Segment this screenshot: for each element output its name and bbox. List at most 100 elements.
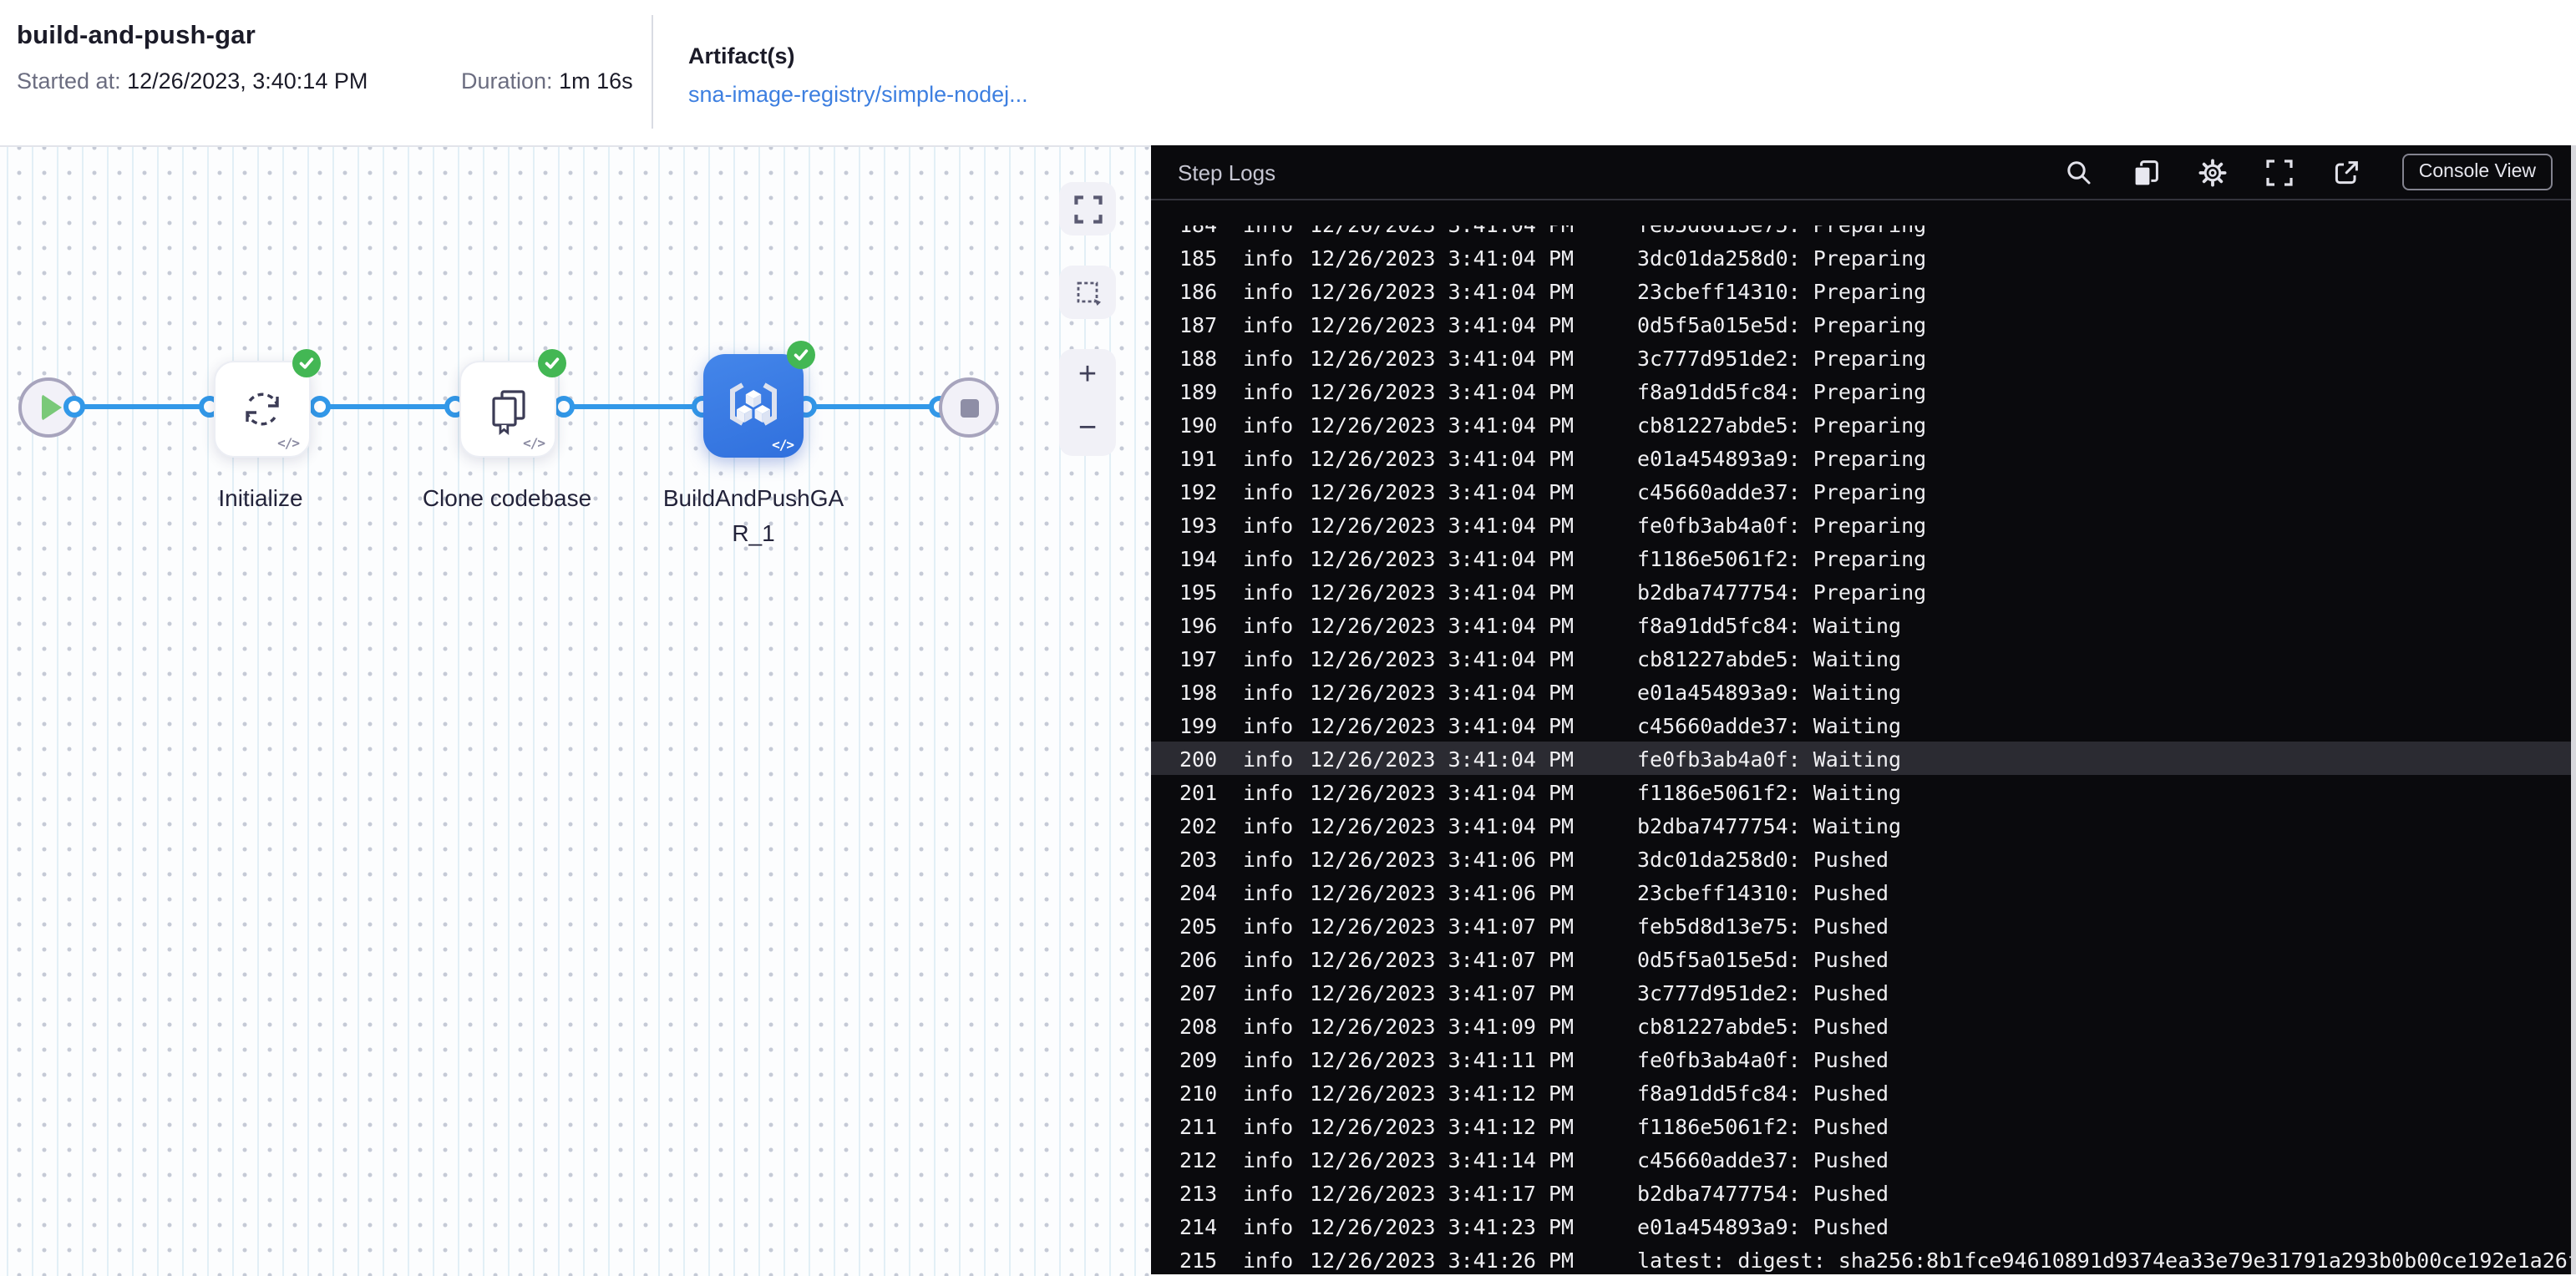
log-level: info bbox=[1243, 478, 1294, 504]
search-icon[interactable] bbox=[2065, 158, 2093, 186]
log-line-number: 194 bbox=[1179, 545, 1218, 570]
log-row[interactable]: 198 info 12/26/2023 3:41:04 PM e01a454893a9… bbox=[1151, 675, 2571, 708]
log-message: 0d5f5a015e5d: Preparing bbox=[1637, 311, 1927, 337]
log-row[interactable]: 191 info 12/26/2023 3:41:04 PM e01a454893a9… bbox=[1151, 441, 2571, 474]
log-row[interactable]: 185 info 12/26/2023 3:41:04 PM 3dc01da258d0… bbox=[1151, 241, 2571, 274]
log-timestamp: 12/26/2023 3:41:04 PM bbox=[1310, 245, 1575, 270]
success-badge bbox=[292, 349, 321, 377]
log-level: info bbox=[1243, 545, 1294, 570]
log-row[interactable]: 208 info 12/26/2023 3:41:09 PM cb81227abde5… bbox=[1151, 1009, 2571, 1042]
log-timestamp: 12/26/2023 3:41:07 PM bbox=[1310, 946, 1575, 971]
log-message: c45660adde37: Preparing bbox=[1637, 478, 1927, 504]
log-line-number: 191 bbox=[1179, 445, 1218, 470]
log-line-number: 210 bbox=[1179, 1080, 1218, 1105]
log-line-number: 215 bbox=[1179, 1247, 1218, 1272]
log-timestamp: 12/26/2023 3:41:04 PM bbox=[1310, 345, 1575, 370]
log-row[interactable]: 213 info 12/26/2023 3:41:17 PM b2dba7477754… bbox=[1151, 1176, 2571, 1209]
success-badge bbox=[538, 349, 566, 377]
log-row[interactable]: 206 info 12/26/2023 3:41:07 PM 0d5f5a015e5d… bbox=[1151, 942, 2571, 975]
log-row[interactable]: 201 info 12/26/2023 3:41:04 PM f1186e5061f2… bbox=[1151, 775, 2571, 808]
code-icon: </> bbox=[772, 438, 794, 453]
log-message: f1186e5061f2: Preparing bbox=[1637, 545, 1927, 570]
log-message: 3c777d951de2: Pushed bbox=[1637, 980, 1889, 1005]
log-row[interactable]: 215 info 12/26/2023 3:41:26 PM latest: dige… bbox=[1151, 1243, 2571, 1274]
pipeline-end-node[interactable] bbox=[939, 377, 999, 438]
log-row[interactable]: 214 info 12/26/2023 3:41:23 PM e01a454893a9… bbox=[1151, 1209, 2571, 1243]
log-row[interactable]: 199 info 12/26/2023 3:41:04 PM c45660adde37… bbox=[1151, 708, 2571, 742]
log-level: info bbox=[1243, 913, 1294, 938]
log-level: info bbox=[1243, 779, 1294, 804]
log-message: cb81227abde5: Pushed bbox=[1637, 1013, 1889, 1038]
log-toolbar: Console View bbox=[2065, 154, 2553, 190]
log-line-number: 213 bbox=[1179, 1180, 1218, 1205]
log-message: e01a454893a9: Waiting bbox=[1637, 679, 1902, 704]
log-level: info bbox=[1243, 1013, 1294, 1038]
step-node-initialize[interactable]: </> bbox=[214, 349, 321, 458]
log-row[interactable]: 196 info 12/26/2023 3:41:04 PM f8a91dd5fc84… bbox=[1151, 608, 2571, 641]
external-link-icon[interactable] bbox=[2332, 158, 2360, 186]
canvas-marquee-select-button[interactable] bbox=[1059, 266, 1116, 319]
log-row[interactable]: 190 info 12/26/2023 3:41:04 PM cb81227abde5… bbox=[1151, 408, 2571, 441]
duration: Duration: 1m 16s bbox=[461, 68, 633, 94]
started-at: Started at: 12/26/2023, 3:40:14 PM bbox=[17, 68, 368, 94]
artifact-link[interactable]: sna-image-registry/simple-nodej... bbox=[688, 82, 1028, 107]
log-row[interactable]: 204 info 12/26/2023 3:41:06 PM 23cbeff14310… bbox=[1151, 875, 2571, 909]
log-message: feb5d8d13e75: Pushed bbox=[1637, 913, 1889, 938]
log-row[interactable]: 193 info 12/26/2023 3:41:04 PM fe0fb3ab4a0f… bbox=[1151, 508, 2571, 541]
console-view-button[interactable]: Console View bbox=[2401, 154, 2553, 190]
copy-icon[interactable] bbox=[2132, 158, 2160, 186]
log-row[interactable]: 186 info 12/26/2023 3:41:04 PM 23cbeff14310… bbox=[1151, 274, 2571, 307]
log-level: info bbox=[1243, 879, 1294, 904]
log-timestamp: 12/26/2023 3:41:04 PM bbox=[1310, 378, 1575, 403]
zoom-out-button[interactable]: − bbox=[1059, 403, 1116, 456]
log-row[interactable]: 200 info 12/26/2023 3:41:04 PM fe0fb3ab4a0f… bbox=[1151, 742, 2571, 775]
log-row[interactable]: 184 info 12/26/2023 3:41:04 PM feb5d8d13e75… bbox=[1151, 225, 2571, 241]
log-row[interactable]: 209 info 12/26/2023 3:41:11 PM fe0fb3ab4a0f… bbox=[1151, 1042, 2571, 1076]
log-message: 3dc01da258d0: Pushed bbox=[1637, 846, 1889, 871]
log-row[interactable]: 211 info 12/26/2023 3:41:12 PM f1186e5061f2… bbox=[1151, 1109, 2571, 1142]
log-row[interactable]: 194 info 12/26/2023 3:41:04 PM f1186e5061f2… bbox=[1151, 541, 2571, 575]
log-scrollbar[interactable] bbox=[2571, 145, 2576, 1274]
log-row[interactable]: 203 info 12/26/2023 3:41:06 PM 3dc01da258d0… bbox=[1151, 842, 2571, 875]
started-at-value: 12/26/2023, 3:40:14 PM bbox=[127, 68, 368, 94]
log-row[interactable]: 210 info 12/26/2023 3:41:12 PM f8a91dd5fc84… bbox=[1151, 1076, 2571, 1109]
log-line-number: 201 bbox=[1179, 779, 1218, 804]
log-message: b2dba7477754: Pushed bbox=[1637, 1180, 1889, 1205]
log-line-number: 185 bbox=[1179, 245, 1218, 270]
log-row[interactable]: 197 info 12/26/2023 3:41:04 PM cb81227abde5… bbox=[1151, 641, 2571, 675]
log-timestamp: 12/26/2023 3:41:26 PM bbox=[1310, 1247, 1575, 1272]
log-timestamp: 12/26/2023 3:41:07 PM bbox=[1310, 913, 1575, 938]
log-message: e01a454893a9: Pushed bbox=[1637, 1213, 1889, 1238]
log-row[interactable]: 195 info 12/26/2023 3:41:04 PM b2dba7477754… bbox=[1151, 575, 2571, 608]
log-row[interactable]: 207 info 12/26/2023 3:41:07 PM 3c777d951de2… bbox=[1151, 975, 2571, 1009]
zoom-in-button[interactable]: + bbox=[1059, 349, 1116, 403]
log-timestamp: 12/26/2023 3:41:04 PM bbox=[1310, 412, 1575, 437]
log-row[interactable]: 188 info 12/26/2023 3:41:04 PM 3c777d951de2… bbox=[1151, 341, 2571, 374]
fullscreen-icon[interactable] bbox=[2265, 158, 2294, 186]
log-scroll-area[interactable]: 184 info 12/26/2023 3:41:04 PM feb5d8d13e75… bbox=[1151, 145, 2571, 1274]
log-row[interactable]: 205 info 12/26/2023 3:41:07 PM feb5d8d13e75… bbox=[1151, 909, 2571, 942]
log-level: info bbox=[1243, 1213, 1294, 1238]
log-timestamp: 12/26/2023 3:41:07 PM bbox=[1310, 980, 1575, 1005]
log-row[interactable]: 192 info 12/26/2023 3:41:04 PM c45660adde37… bbox=[1151, 474, 2571, 508]
log-row[interactable]: 189 info 12/26/2023 3:41:04 PM f8a91dd5fc84… bbox=[1151, 374, 2571, 408]
log-line-number: 214 bbox=[1179, 1213, 1218, 1238]
log-row[interactable]: 187 info 12/26/2023 3:41:04 PM 0d5f5a015e5d… bbox=[1151, 307, 2571, 341]
log-line-number: 208 bbox=[1179, 1013, 1218, 1038]
log-timestamp: 12/26/2023 3:41:04 PM bbox=[1310, 679, 1575, 704]
log-row[interactable]: 202 info 12/26/2023 3:41:04 PM b2dba7477754… bbox=[1151, 808, 2571, 842]
step-node-build-and-push-gar[interactable]: </> bbox=[703, 341, 815, 458]
log-level: info bbox=[1243, 1113, 1294, 1138]
log-line-number: 205 bbox=[1179, 913, 1218, 938]
log-level: info bbox=[1243, 445, 1294, 470]
pipeline-canvas[interactable]: </> Initialize </> Clone codebase </> Bu… bbox=[0, 145, 1151, 1276]
stop-icon bbox=[961, 399, 979, 418]
canvas-fullscreen-button[interactable] bbox=[1059, 182, 1116, 235]
step-node-clone-codebase[interactable]: </> bbox=[459, 349, 566, 458]
settings-icon[interactable] bbox=[2198, 158, 2227, 186]
log-row[interactable]: 212 info 12/26/2023 3:41:14 PM c45660adde37… bbox=[1151, 1142, 2571, 1176]
log-line-number: 206 bbox=[1179, 946, 1218, 971]
log-timestamp: 12/26/2023 3:41:04 PM bbox=[1310, 779, 1575, 804]
log-level: info bbox=[1243, 378, 1294, 403]
code-icon: </> bbox=[523, 436, 545, 451]
